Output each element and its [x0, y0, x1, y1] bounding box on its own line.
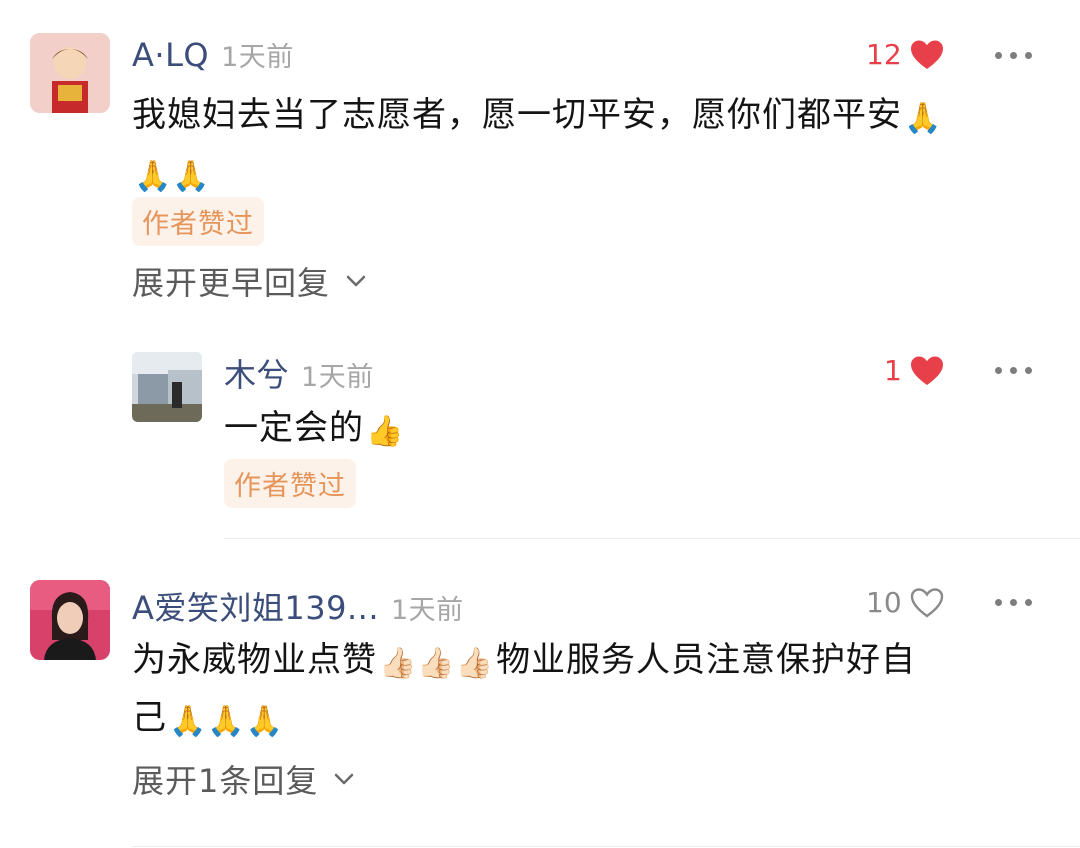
like-count: 12: [866, 38, 902, 71]
expand-label: 展开1条回复: [132, 762, 319, 800]
chevron-down-icon: [335, 773, 354, 785]
expand-replies-button[interactable]: 展开1条回复: [132, 756, 354, 802]
author-liked-badge: 作者赞过: [132, 197, 264, 246]
thumbs-up-emoji: 👍🏻👍🏻👍🏻: [379, 646, 495, 681]
like-button[interactable]: 1: [884, 354, 944, 387]
more-options-button[interactable]: [995, 52, 1032, 59]
thumbs-up-emoji: 👍: [366, 414, 405, 449]
expand-replies-button[interactable]: 展开更早回复: [132, 258, 366, 304]
username[interactable]: A爱笑刘姐139... 1天前: [132, 583, 464, 629]
avatar[interactable]: [30, 33, 110, 113]
heart-outline-icon: [910, 587, 943, 617]
avatar[interactable]: [30, 580, 110, 660]
avatar[interactable]: [132, 352, 202, 422]
divider: [224, 538, 1080, 539]
more-options-button[interactable]: [995, 367, 1032, 374]
timestamp: 1天前: [301, 362, 374, 393]
username[interactable]: A·LQ 1天前: [132, 35, 294, 74]
author-liked-badge: 作者赞过: [224, 459, 356, 508]
pray-emoji: 🙏🙏: [134, 159, 211, 194]
divider: [132, 846, 1080, 847]
timestamp: 1天前: [221, 42, 294, 73]
like-count: 1: [884, 354, 902, 387]
heart-filled-icon: [910, 40, 943, 69]
heart-filled-icon: [910, 356, 943, 385]
username[interactable]: 木兮 1天前: [224, 350, 374, 396]
like-button[interactable]: 10: [866, 586, 944, 619]
like-button[interactable]: 12: [866, 38, 944, 71]
pray-emoji: 🙏🙏🙏: [169, 704, 285, 739]
more-options-button[interactable]: [995, 599, 1032, 606]
chevron-down-icon: [346, 275, 366, 287]
expand-label: 展开更早回复: [132, 264, 331, 302]
comment-text: 一定会的👍: [224, 401, 406, 459]
comment-text: 为永威物业点赞👍🏻👍🏻👍🏻物业服务人员注意保护好自 己🙏🙏🙏: [132, 633, 1052, 749]
pray-emoji: 🙏: [904, 101, 943, 136]
like-count: 10: [866, 586, 902, 619]
timestamp: 1天前: [391, 595, 464, 626]
comment-text: 我媳妇去当了志愿者，愿一切平安，愿你们都平安🙏 🙏🙏: [132, 88, 1052, 204]
